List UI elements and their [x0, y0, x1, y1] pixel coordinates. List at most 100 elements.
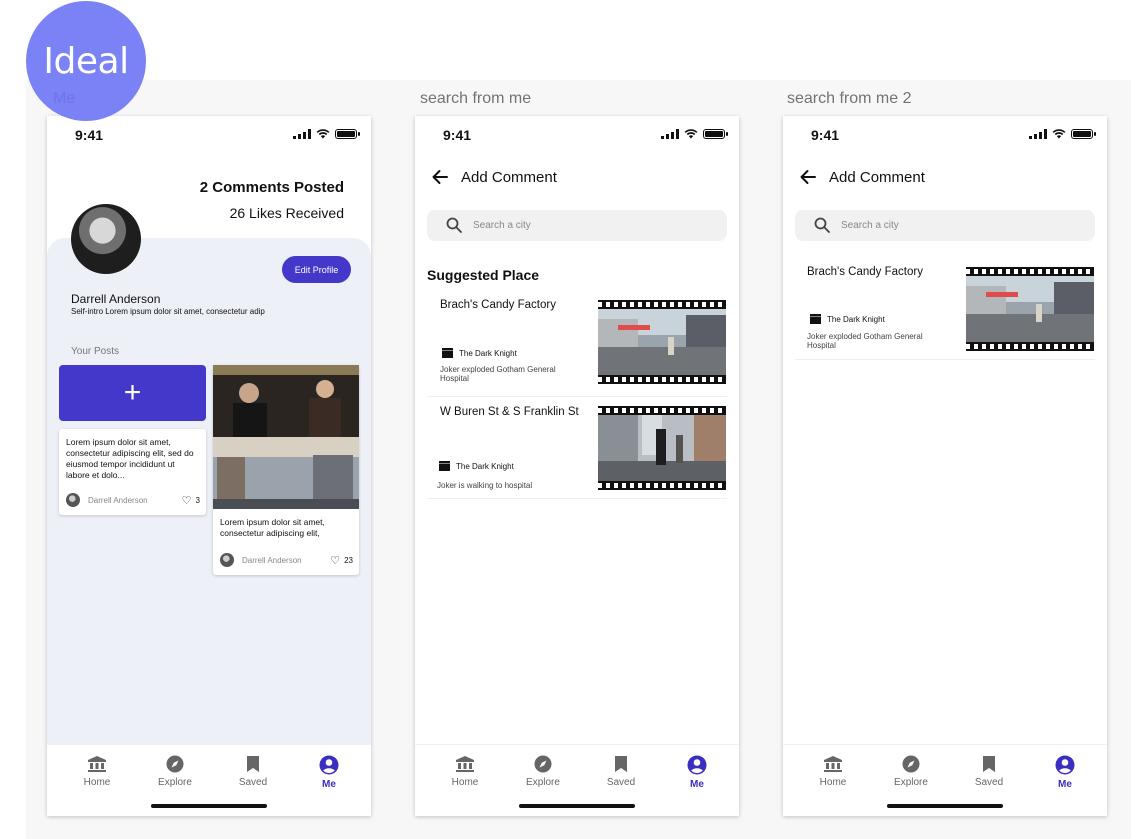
- compass-icon: [166, 755, 184, 773]
- account-icon: [1055, 755, 1075, 775]
- likes-received: 26 Likes Received: [229, 205, 344, 221]
- nav-me[interactable]: Me: [299, 755, 359, 790]
- clapperboard-icon: [442, 348, 453, 358]
- bookmark-icon: [247, 756, 259, 772]
- nav-home[interactable]: Home: [435, 755, 495, 788]
- nav-me-label: Me: [1058, 779, 1072, 790]
- nav-saved-label: Saved: [974, 777, 1004, 788]
- frame-label-search-1: search from me: [420, 90, 532, 107]
- nav-explore-label: Explore: [158, 777, 192, 788]
- nav-me[interactable]: Me: [1035, 755, 1095, 790]
- place-name: W Buren St & S Franklin St: [440, 406, 579, 418]
- home-indicator: [151, 804, 267, 808]
- bottom-nav: Home Explore Saved Me: [783, 744, 1107, 816]
- nav-explore[interactable]: Explore: [513, 755, 573, 788]
- place-description: Joker is walking to hospital: [437, 481, 533, 490]
- account-icon: [687, 755, 707, 775]
- place-movie: The Dark Knight: [442, 348, 517, 358]
- author-avatar: [66, 493, 80, 507]
- clapperboard-icon: [810, 314, 821, 324]
- nav-home[interactable]: Home: [803, 755, 863, 788]
- phone-search-1: 9:41 Add Comment Search a city Suggested…: [415, 116, 739, 816]
- back-arrow-icon[interactable]: [430, 167, 450, 187]
- bank-icon: [824, 756, 842, 772]
- post-text: Lorem ipsum dolor sit amet, consectetur …: [66, 437, 194, 480]
- signal-icon: [293, 128, 311, 139]
- film-thumbnail: [966, 267, 1094, 351]
- movie-title: The Dark Knight: [827, 314, 885, 324]
- bank-icon: [456, 756, 474, 772]
- bookmark-icon: [983, 756, 995, 772]
- like-count: 23: [344, 555, 353, 565]
- profile-intro: Self-intro Lorem ipsum dolor sit amet, c…: [71, 307, 265, 316]
- status-time: 9:41: [443, 127, 472, 143]
- post-card[interactable]: Lorem ipsum dolor sit amet, consectetur …: [213, 365, 359, 575]
- search-icon: [814, 217, 830, 233]
- nav-home-label: Home: [83, 777, 111, 788]
- back-arrow-icon[interactable]: [798, 167, 818, 187]
- place-name: Brach's Candy Factory: [807, 266, 923, 278]
- heart-icon[interactable]: ♡: [182, 494, 192, 507]
- post-meta: Darrell Anderson ♡ 23: [220, 553, 353, 567]
- bottom-nav: Home Explore Saved Me: [47, 744, 371, 816]
- place-item[interactable]: Brach's Candy Factory The Dark Knight Jo…: [795, 261, 1095, 360]
- phone-search-2: 9:41 Add Comment Search a city Brach's C…: [783, 116, 1107, 816]
- status-icons: [293, 128, 360, 139]
- nav-explore-label: Explore: [894, 777, 928, 788]
- nav-saved[interactable]: Saved: [223, 755, 283, 788]
- nav-me-label: Me: [322, 779, 336, 790]
- ideal-badge: Ideal: [26, 1, 146, 121]
- place-item[interactable]: W Buren St & S Franklin St The Dark Knig…: [427, 399, 727, 499]
- comments-posted: 2 Comments Posted: [199, 179, 344, 196]
- nav-explore[interactable]: Explore: [881, 755, 941, 788]
- add-post-button[interactable]: +: [59, 365, 206, 421]
- nav-saved[interactable]: Saved: [591, 755, 651, 788]
- search-icon: [446, 217, 462, 233]
- nav-home[interactable]: Home: [67, 755, 127, 788]
- place-name: Brach's Candy Factory: [440, 299, 556, 311]
- movie-title: The Dark Knight: [456, 461, 514, 471]
- place-movie: The Dark Knight: [810, 314, 885, 324]
- home-indicator: [887, 804, 1003, 808]
- nav-explore[interactable]: Explore: [145, 755, 205, 788]
- nav-saved-label: Saved: [238, 777, 268, 788]
- like-count: 3: [195, 495, 200, 505]
- search-placeholder: Search a city: [473, 220, 531, 231]
- nav-home-label: Home: [819, 777, 847, 788]
- place-description: Joker exploded Gotham General Hospital: [807, 332, 923, 350]
- battery-icon: [703, 128, 728, 139]
- post-author: Darrell Anderson: [88, 495, 148, 505]
- suggested-heading: Suggested Place: [427, 267, 540, 283]
- frame-label-search-2: search from me 2: [787, 90, 912, 107]
- signal-icon: [661, 128, 679, 139]
- compass-icon: [902, 755, 920, 773]
- nav-me[interactable]: Me: [667, 755, 727, 790]
- signal-icon: [1029, 128, 1047, 139]
- bookmark-icon: [615, 756, 627, 772]
- status-icons: [661, 128, 728, 139]
- film-thumbnail: [598, 406, 726, 490]
- canvas: Ideal Me search from me search from me 2…: [0, 0, 1139, 839]
- edit-profile-button[interactable]: Edit Profile: [282, 256, 351, 283]
- compass-icon: [534, 755, 552, 773]
- film-thumbnail: [598, 300, 726, 384]
- home-indicator: [519, 804, 635, 808]
- page-title: Add Comment: [461, 169, 557, 186]
- post-card[interactable]: Lorem ipsum dolor sit amet, consectetur …: [59, 429, 206, 515]
- phone-me: 9:41 2 Comments Posted 26 Likes Received…: [47, 116, 371, 816]
- heart-icon[interactable]: ♡: [330, 554, 340, 567]
- search-input[interactable]: Search a city: [795, 210, 1095, 241]
- status-time: 9:41: [75, 127, 104, 143]
- profile-name: Darrell Anderson: [71, 292, 161, 306]
- search-input[interactable]: Search a city: [427, 210, 727, 241]
- nav-explore-label: Explore: [526, 777, 560, 788]
- status-time: 9:41: [811, 127, 840, 143]
- place-item[interactable]: Brach's Candy Factory The Dark Knight Jo…: [427, 294, 727, 397]
- post-image: [213, 365, 359, 509]
- post-text: Lorem ipsum dolor sit amet, consectetur …: [220, 517, 325, 538]
- search-placeholder: Search a city: [841, 220, 899, 231]
- nav-saved[interactable]: Saved: [959, 755, 1019, 788]
- place-movie: The Dark Knight: [439, 461, 514, 471]
- place-description: Joker exploded Gotham General Hospital: [440, 365, 556, 383]
- page-title: Add Comment: [829, 169, 925, 186]
